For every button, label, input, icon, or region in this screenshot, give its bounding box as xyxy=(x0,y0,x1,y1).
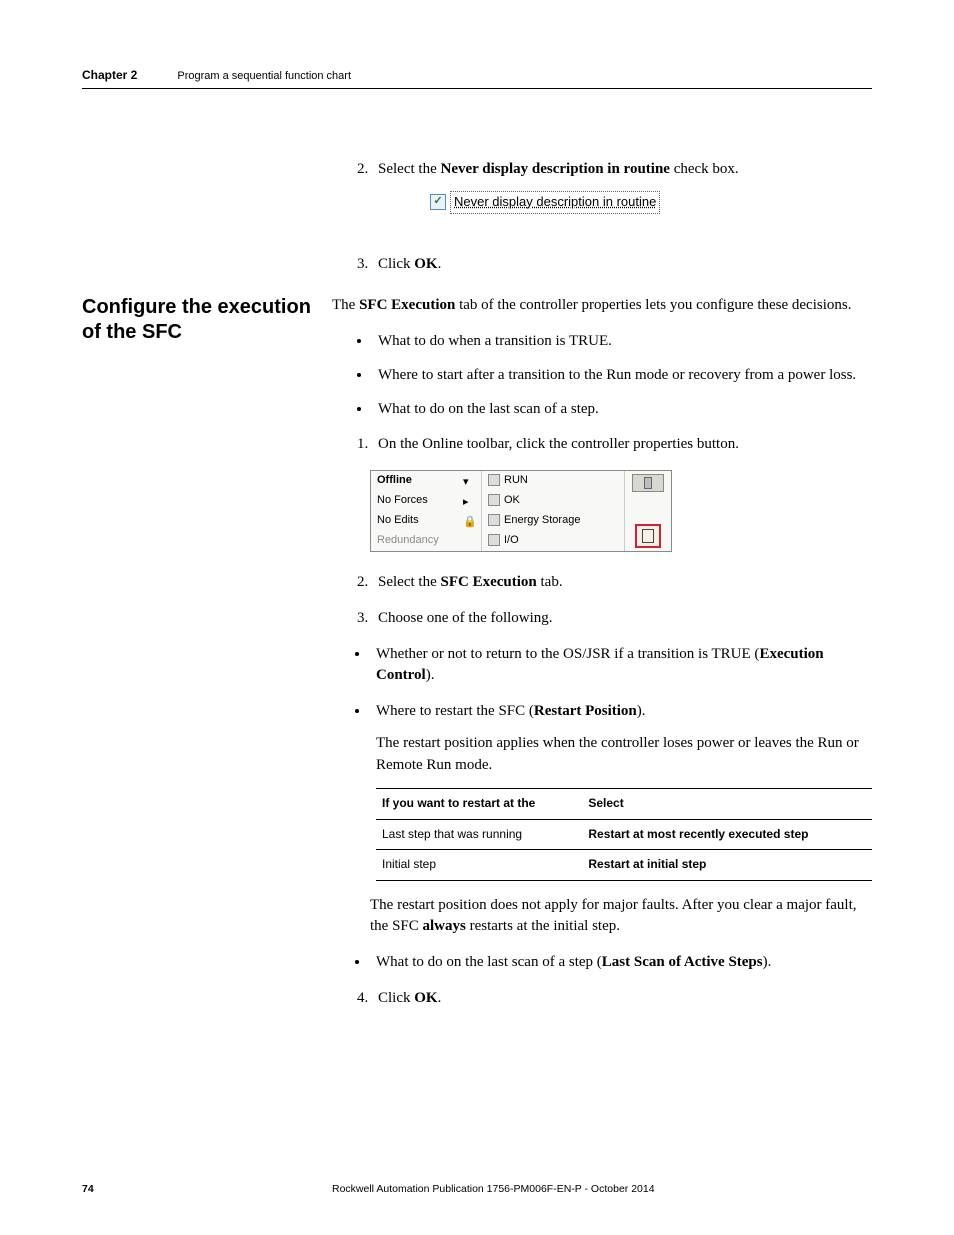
after-table-note: The restart position does not apply for … xyxy=(370,895,872,939)
step-3: Click OK. xyxy=(372,254,872,276)
table-row: Last step that was running Restart at mo… xyxy=(376,819,872,849)
check-icon: ✓ xyxy=(430,194,446,210)
play-icon: ▸ xyxy=(463,495,475,507)
chapter-title: Program a sequential function chart xyxy=(177,70,351,82)
table-header: If you want to restart at the xyxy=(376,789,582,819)
bullet-transition-true: What to do when a transition is TRUE. xyxy=(372,331,872,353)
checkbox-label: Never display description in routine xyxy=(450,191,660,214)
toolbar-screenshot: Offline ▾ No Forces ▸ No Edits 🔒 Redundancy… xyxy=(370,470,672,552)
proc-step-4: Click OK. xyxy=(372,988,872,1010)
led-icon xyxy=(488,494,500,506)
section-heading: Configure the execution of the SFC xyxy=(82,295,332,345)
status-redundancy: Redundancy xyxy=(377,533,439,549)
controller-properties-button xyxy=(635,524,661,548)
sub-execution-control: Whether or not to return to the OS/JSR i… xyxy=(370,644,872,688)
bullet-last-scan: What to do on the last scan of a step. xyxy=(372,399,872,421)
page-footer: 74 Rockwell Automation Publication 1756-… xyxy=(82,1183,872,1195)
page-number: 74 xyxy=(82,1183,332,1195)
checkbox-screenshot: ✓ Never display description in routine xyxy=(430,191,660,214)
table-header: Select xyxy=(582,789,872,819)
proc-step-2: Select the SFC Execution tab. xyxy=(372,572,872,594)
dropdown-icon: ▾ xyxy=(463,475,475,487)
table-row: Initial step Restart at initial step xyxy=(376,850,872,880)
status-offline: Offline xyxy=(377,473,412,489)
restart-table: If you want to restart at the Select Las… xyxy=(376,788,872,880)
led-icon xyxy=(488,534,500,546)
led-icon xyxy=(488,514,500,526)
bullet-where-start: Where to start after a transition to the… xyxy=(372,365,872,387)
chapter-label: Chapter 2 xyxy=(82,68,137,82)
step-2: Select the Never display description in … xyxy=(372,159,872,236)
section-intro: The SFC Execution tab of the controller … xyxy=(332,295,872,317)
sub-last-scan: What to do on the last scan of a step (L… xyxy=(370,952,872,974)
controller-icon xyxy=(642,529,654,543)
led-icon xyxy=(488,474,500,486)
restart-note: The restart position applies when the co… xyxy=(376,733,872,777)
proc-step-1: On the Online toolbar, click the control… xyxy=(372,434,872,456)
sub-restart-position: Where to restart the SFC (Restart Positi… xyxy=(370,701,872,880)
table-row: If you want to restart at the Select xyxy=(376,789,872,819)
key-switch-icon xyxy=(632,474,664,492)
lock-icon: 🔒 xyxy=(463,515,475,527)
publication-info: Rockwell Automation Publication 1756-PM0… xyxy=(332,1183,872,1195)
status-noforces: No Forces xyxy=(377,493,428,509)
status-noedits: No Edits xyxy=(377,513,419,529)
page-header: Chapter 2 Program a sequential function … xyxy=(82,68,872,89)
proc-step-3: Choose one of the following. xyxy=(372,608,872,630)
